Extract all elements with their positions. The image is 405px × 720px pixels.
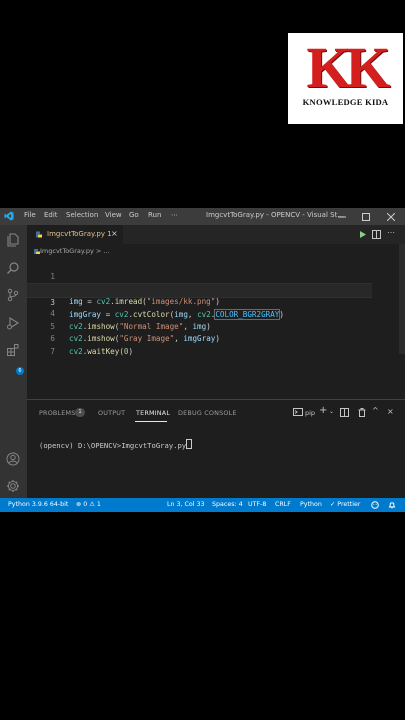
- more-actions-icon[interactable]: ⋯: [387, 228, 395, 237]
- menu-view[interactable]: View: [105, 211, 122, 219]
- logo-subtitle: KNOWLEDGE KIDA: [302, 97, 389, 107]
- maximize-panel-icon[interactable]: ^: [372, 406, 379, 415]
- knowledge-kida-logo: KK KNOWLEDGE KIDA: [288, 33, 403, 124]
- activity-bar: 6: [0, 225, 27, 498]
- terminal-shell-icon: [293, 408, 303, 416]
- close-tab-icon[interactable]: ×: [111, 229, 118, 238]
- new-terminal-icon[interactable]: +: [319, 405, 327, 416]
- tab-debug-console[interactable]: DEBUG CONSOLE: [178, 409, 237, 417]
- account-icon[interactable]: [6, 452, 20, 466]
- line-number: 7: [50, 346, 55, 356]
- extensions-icon[interactable]: [6, 343, 20, 357]
- menu-run[interactable]: Run: [148, 211, 161, 219]
- code-line: 1 import cv2: [27, 258, 372, 294]
- tab-label: ImgcvtToGray.py 1: [47, 230, 112, 238]
- menu-file[interactable]: File: [24, 211, 36, 219]
- logo-kk: KK: [306, 35, 390, 100]
- bell-icon[interactable]: [388, 501, 396, 509]
- tab-problems[interactable]: PROBLEMS: [39, 409, 75, 417]
- menu-more[interactable]: ⋯: [171, 211, 178, 219]
- menu-edit[interactable]: Edit: [44, 211, 58, 219]
- python-interpreter[interactable]: Python 3.9.6 64-bit: [8, 501, 68, 508]
- code-line: 4 cv2.imshow("Normal Image", img): [27, 296, 372, 331]
- terminal-output[interactable]: (opencv) D:\OPENCV>ImgcvtToGray.py: [39, 439, 193, 450]
- code-text: cv2.waitKey(0): [69, 346, 134, 356]
- status-bar: Python 3.9.6 64-bit ⊗ 0 ⚠ 1 Ln 3, Col 33…: [0, 498, 405, 512]
- tab-imgcvttogray[interactable]: ImgcvtToGray.py 1 ×: [27, 225, 123, 244]
- code-line: 7: [27, 333, 372, 356]
- source-control-icon[interactable]: [6, 288, 20, 302]
- trash-icon[interactable]: [358, 408, 366, 417]
- terminal-shell-label[interactable]: pip: [305, 409, 315, 417]
- code-editor[interactable]: 1 import cv2 2 img = cv2.imread("images/…: [27, 256, 405, 396]
- python-file-icon: [36, 231, 42, 238]
- problems-count-badge: 1: [75, 408, 85, 417]
- bottom-panel: PROBLEMS 1 OUTPUT TERMINAL DEBUG CONSOLE…: [27, 399, 405, 499]
- code-line: 2 img = cv2.imread("images/kk.png"): [27, 271, 372, 306]
- code-line: 5 cv2.imshow("Gray Image", imgGray): [27, 308, 372, 344]
- problems-status[interactable]: ⊗ 0 ⚠ 1: [76, 501, 101, 508]
- vscode-window: File Edit Selection View Go Run ⋯ Imgcvt…: [0, 208, 405, 512]
- encoding-status[interactable]: UTF-8: [248, 501, 266, 508]
- eol-status[interactable]: CRLF: [275, 501, 291, 508]
- chevron-down-icon[interactable]: ⌄: [329, 408, 334, 415]
- search-icon[interactable]: [6, 261, 20, 275]
- run-debug-icon[interactable]: [6, 316, 20, 330]
- prettier-status[interactable]: ✓ Prettier: [330, 501, 360, 508]
- window-title: ImgcvtToGray.py - OPENCV - Visual St...: [206, 211, 344, 219]
- indentation-status[interactable]: Spaces: 4: [212, 501, 243, 508]
- editor-tabs: ImgcvtToGray.py 1 × ⋯: [27, 225, 405, 244]
- explorer-icon[interactable]: [6, 233, 20, 247]
- terminal-cursor: [186, 439, 193, 449]
- breadcrumb[interactable]: ImgcvtToGray.py > ...: [40, 247, 110, 255]
- maximize-icon[interactable]: [362, 213, 370, 221]
- split-editor-icon[interactable]: [372, 230, 381, 239]
- menu-selection[interactable]: Selection: [66, 211, 98, 219]
- close-panel-icon[interactable]: ×: [387, 407, 394, 416]
- tab-output[interactable]: OUTPUT: [98, 409, 125, 417]
- active-tab-underline: [135, 421, 167, 422]
- close-window-icon[interactable]: [387, 213, 395, 221]
- title-bar: File Edit Selection View Go Run ⋯ Imgcvt…: [0, 208, 405, 225]
- menu-go[interactable]: Go: [129, 211, 139, 219]
- cursor-position[interactable]: Ln 3, Col 33: [167, 501, 205, 508]
- minimize-icon[interactable]: [338, 213, 346, 221]
- feedback-icon[interactable]: [371, 501, 379, 509]
- language-mode[interactable]: Python: [300, 501, 322, 508]
- editor-scrollbar[interactable]: [399, 244, 405, 354]
- extensions-badge: 6: [16, 367, 24, 375]
- code-line: 6 cv2.waitKey(0): [27, 321, 372, 356]
- run-file-icon[interactable]: [358, 230, 367, 239]
- split-terminal-icon[interactable]: [340, 408, 349, 417]
- manage-gear-icon[interactable]: [6, 479, 20, 493]
- vscode-logo-icon: [4, 211, 14, 221]
- tab-terminal[interactable]: TERMINAL: [136, 409, 170, 417]
